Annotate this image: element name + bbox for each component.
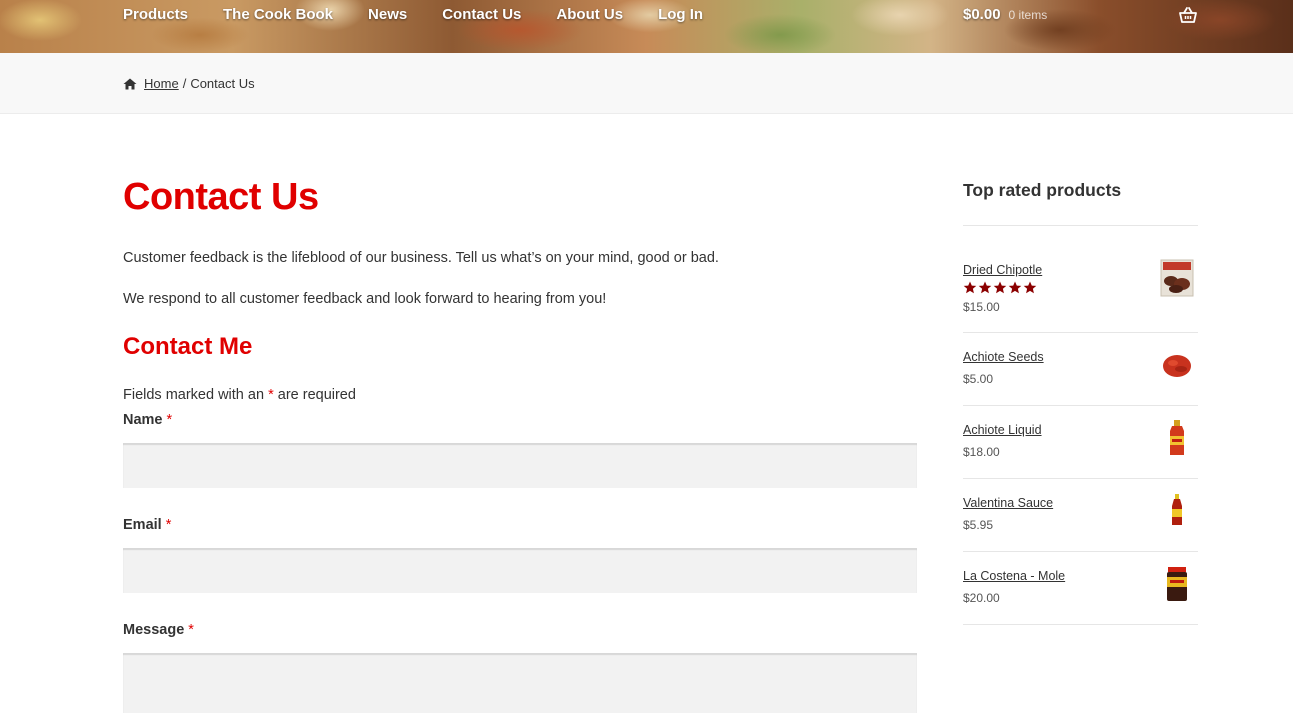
dried-chipotle-thumbnail[interactable] [1159,259,1195,297]
required-note-text: Fields marked with an [123,387,265,403]
product-link[interactable]: Achiote Liquid [963,423,1042,437]
star-icon [1008,281,1022,294]
product-price: $18.00 [963,445,1000,459]
cart-total[interactable]: $0.00 [963,6,1001,23]
star-rating [963,281,1037,294]
top-rated-products-title: Top rated products [963,180,1122,200]
message-label-text: Message [123,622,185,638]
nav-item-cook-book[interactable]: The Cook Book [223,6,333,23]
product-item-achiote-liquid: Achiote Liquid $18.00 [963,420,1198,479]
name-label-text: Name [123,412,163,428]
cart-item-count[interactable]: 0 items [1009,8,1048,22]
name-field-label: Name * [123,412,172,428]
required-marker: * [166,412,173,428]
product-price: $5.00 [963,372,994,386]
widget-divider [963,225,1198,226]
intro-paragraph-2: We respond to all customer feedback and … [123,291,607,307]
breadcrumb-current: Contact Us [190,76,255,91]
star-icon [1023,281,1037,294]
intro-paragraph-1: Customer feedback is the lifeblood of ou… [123,250,719,266]
mole-jar-thumbnail[interactable] [1159,565,1195,603]
star-icon [963,281,977,294]
email-field-label: Email * [123,517,171,533]
nav-item-news[interactable]: News [368,6,407,23]
breadcrumb-separator: / [182,76,187,91]
achiote-seeds-thumbnail[interactable] [1159,346,1195,384]
breadcrumb-home-link[interactable]: Home [144,76,179,91]
basket-icon[interactable] [1178,6,1198,24]
page-title: Contact Us [123,176,319,218]
message-field-label: Message * [123,622,194,638]
nav-item-log-in[interactable]: Log In [658,6,703,23]
nav-item-products[interactable]: Products [123,6,188,23]
product-link[interactable]: Achiote Seeds [963,350,1044,364]
product-link[interactable]: Dried Chipotle [963,263,1042,277]
star-icon [993,281,1007,294]
home-icon [123,78,137,89]
product-item-dried-chipotle: Dried Chipotle $15.00 [963,259,1198,333]
primary-navigation: Products The Cook Book News Contact Us A… [123,6,738,23]
product-price: $20.00 [963,591,1000,605]
achiote-liquid-thumbnail[interactable] [1159,419,1195,457]
product-price: $15.00 [963,300,1000,314]
required-marker: * [268,387,274,403]
site-header-banner: Products The Cook Book News Contact Us A… [0,0,1293,53]
header-cart[interactable]: $0.00 0 items [963,6,1047,23]
product-item-valentina-sauce: Valentina Sauce $5.95 [963,494,1198,552]
email-field[interactable] [123,548,917,593]
nav-item-about-us[interactable]: About Us [556,6,623,23]
product-link[interactable]: Valentina Sauce [963,496,1053,510]
star-icon [978,281,992,294]
breadcrumb: Home / Contact Us [123,76,255,91]
message-field[interactable] [123,653,917,713]
product-price: $5.95 [963,518,994,532]
required-note-text-end: are required [277,387,356,403]
name-field[interactable] [123,443,917,488]
required-marker: * [188,622,194,638]
product-item-la-costena-mole: La Costena - Mole $20.00 [963,567,1198,625]
valentina-sauce-thumbnail[interactable] [1159,492,1195,530]
breadcrumb-bar: Home / Contact Us [0,53,1293,114]
required-marker: * [165,517,172,533]
product-item-achiote-seeds: Achiote Seeds $5.00 [963,350,1198,406]
nav-item-contact-us[interactable]: Contact Us [442,6,521,23]
email-label-text: Email [123,517,162,533]
form-title: Contact Me [123,333,253,360]
required-fields-note: Fields marked with an * are required [123,387,356,403]
product-link[interactable]: La Costena - Mole [963,569,1065,583]
